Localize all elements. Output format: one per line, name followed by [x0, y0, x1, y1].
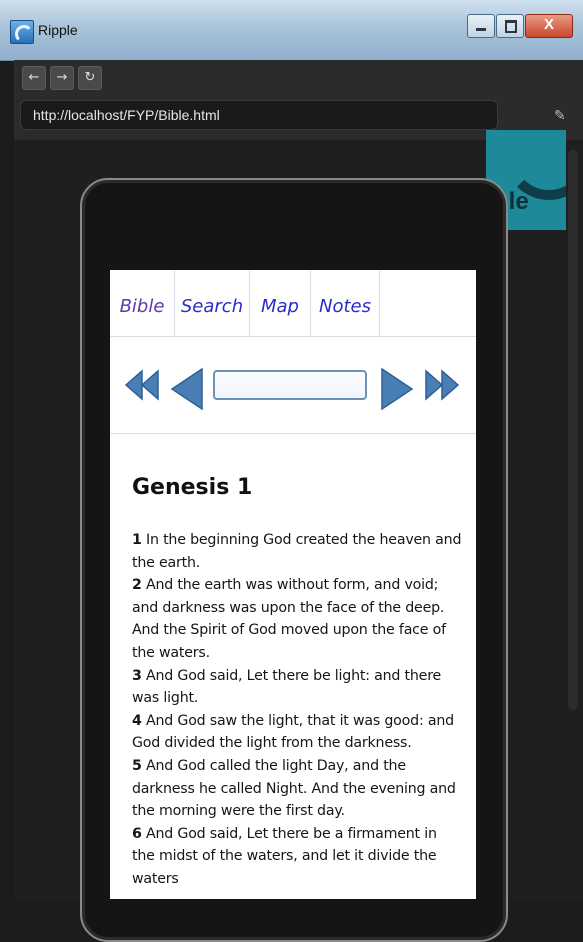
address-bar[interactable]: http://localhost/FYP/Bible.html: [20, 100, 498, 130]
app-screen: Bible Search Map Notes Genesis 1 1 In th…: [110, 270, 476, 899]
verse: 1 In the beginning God created the heave…: [132, 532, 461, 571]
verse-number: 2: [132, 577, 142, 594]
reload-button[interactable]: ↻: [78, 66, 102, 90]
verse: 4 And God saw the light, that it was goo…: [132, 713, 454, 752]
wrench-icon[interactable]: ✎: [554, 108, 566, 124]
verse-text: And God said, Let there be a firmament i…: [132, 825, 437, 887]
last-chapter-icon[interactable]: [422, 367, 462, 403]
maximize-button[interactable]: [496, 14, 524, 38]
verse-list: 1 In the beginning God created the heave…: [132, 529, 462, 891]
verse-text: In the beginning God created the heaven …: [132, 532, 462, 571]
verse-text: And God saw the light, that it was good:…: [132, 712, 454, 752]
verse-number: 6: [132, 825, 142, 842]
verse-text: And the earth was without form, and void…: [132, 577, 446, 661]
verse-number: 1: [132, 532, 142, 548]
verse-number: 3: [132, 667, 142, 684]
close-icon: X: [543, 16, 554, 33]
verse: 5 And God called the light Day, and the …: [132, 758, 456, 819]
tab-map[interactable]: Map: [250, 270, 311, 336]
chapter-input[interactable]: [213, 370, 367, 400]
next-chapter-icon[interactable]: [376, 367, 416, 411]
chapter-title: Genesis 1: [132, 475, 253, 500]
window-titlebar: Ripple X: [0, 0, 583, 61]
tab-bible[interactable]: Bible: [110, 270, 175, 336]
verse: 3 And God said, Let there be light: and …: [132, 668, 441, 707]
chapter-navigation: [110, 337, 476, 434]
forward-button[interactable]: →: [50, 66, 74, 90]
previous-chapter-icon[interactable]: [168, 367, 208, 411]
verse: 6 And God said, Let there be a firmament…: [132, 826, 437, 887]
ripple-app-icon: [10, 20, 34, 44]
verse-text: And God called the light Day, and the da…: [132, 757, 456, 820]
minimize-button[interactable]: [467, 14, 495, 38]
window-title: Ripple: [38, 22, 78, 38]
verse-number: 5: [132, 757, 142, 774]
back-button[interactable]: ←: [22, 66, 46, 90]
verse: 2 And the earth was without form, and vo…: [132, 577, 446, 661]
tab-search[interactable]: Search: [175, 270, 250, 336]
url-text: http://localhost/FYP/Bible.html: [33, 107, 220, 123]
close-button[interactable]: X: [525, 14, 573, 38]
browser-toolbar: ← → ↻ http://localhost/FYP/Bible.html ✎: [14, 60, 583, 140]
tab-bar: Bible Search Map Notes: [110, 270, 476, 337]
verse-number: 4: [132, 712, 142, 729]
scrollbar[interactable]: [568, 150, 578, 710]
verse-text: And God said, Let there be light: and th…: [132, 667, 442, 707]
tab-notes[interactable]: Notes: [311, 270, 380, 336]
first-chapter-icon[interactable]: [122, 367, 162, 403]
